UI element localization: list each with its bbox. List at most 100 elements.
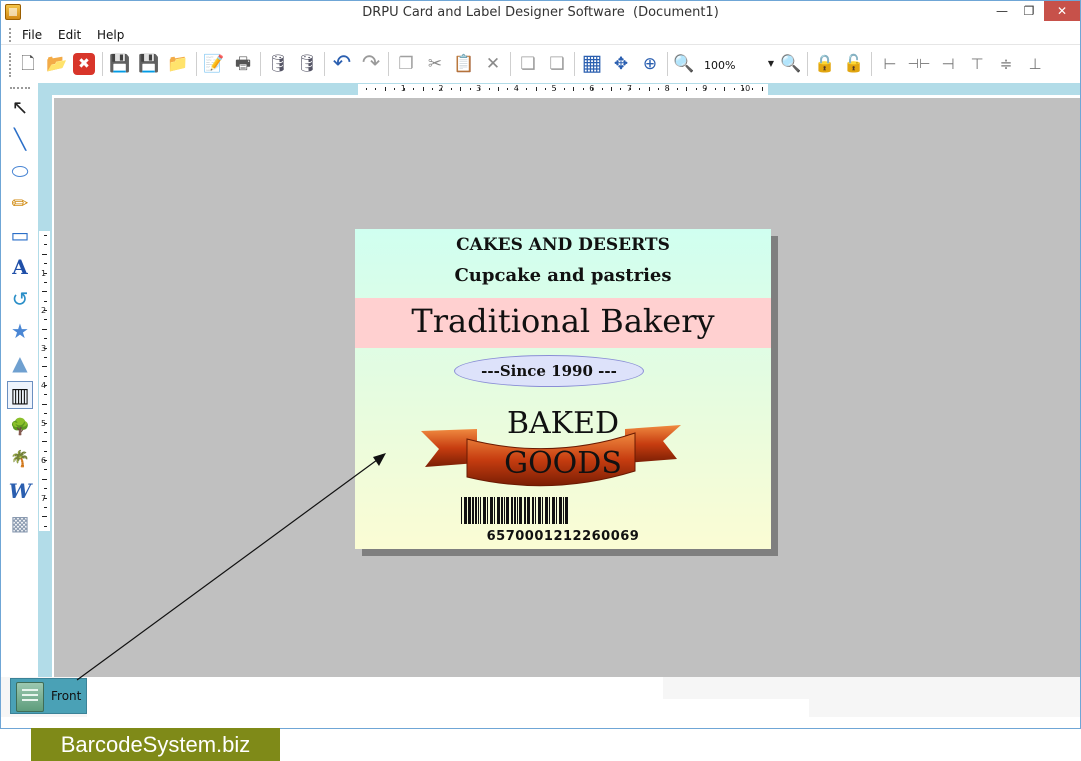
triangle-tool-icon[interactable]: ▲ (7, 349, 33, 377)
bring-forward-icon[interactable]: ❏ (515, 51, 541, 77)
ruler-number: 4 (513, 84, 519, 93)
send-backward-icon[interactable]: ❏ (544, 51, 570, 77)
palette-grip (10, 87, 30, 89)
ruler-tick (44, 319, 47, 321)
zoom-value: 100% (704, 58, 736, 72)
save-icon[interactable]: 💾 (107, 51, 133, 77)
fit-page-icon[interactable]: ✥ (608, 51, 634, 77)
label-card[interactable]: CAKES AND DESERTS Cupcake and pastries T… (355, 229, 771, 549)
ellipse-tool-icon[interactable]: ⬭ (7, 157, 33, 185)
star-tool-icon[interactable]: ★ (7, 317, 33, 345)
barcode-bar (464, 497, 467, 524)
ruler-tick (42, 478, 47, 480)
menu-file[interactable]: File (22, 28, 42, 42)
ruler-tick (44, 394, 47, 396)
baked-text[interactable]: BAKED (355, 406, 771, 441)
ruler-tick (469, 88, 471, 90)
ruler-tick (752, 88, 754, 90)
database-icon[interactable]: 🛢 (294, 51, 320, 77)
barcode-tool-icon[interactable]: ▥ (7, 381, 33, 409)
grid-icon[interactable]: ▦ (579, 51, 605, 77)
ruler-tick (658, 88, 660, 90)
export-icon[interactable]: 📁 (165, 51, 191, 77)
chevron-down-icon[interactable]: ▼ (768, 59, 774, 68)
undo-icon[interactable]: ↶ (329, 51, 355, 77)
label-heading-text[interactable]: CAKES AND DESERTS (355, 235, 771, 255)
close-button[interactable]: ✕ (1044, 1, 1080, 21)
toolbar-separator (102, 52, 103, 76)
redo-icon[interactable]: ↷ (358, 51, 384, 77)
align-left-icon[interactable]: ⊢ (877, 51, 903, 77)
text-tool-icon[interactable]: A (7, 253, 33, 281)
select-move-tool-icon[interactable]: ↖ (7, 93, 33, 121)
ruler-tick (573, 87, 575, 91)
paste-icon[interactable]: 📋 (451, 51, 477, 77)
barcode-bar (506, 497, 509, 524)
align-bottom-icon[interactable]: ⊥ (1022, 51, 1048, 77)
ruler-tick (488, 88, 490, 90)
ruler-tick (44, 525, 47, 527)
barcode-bar (490, 497, 493, 524)
properties-icon[interactable]: 📝 (201, 51, 227, 77)
label-headline-text[interactable]: Traditional Bakery (355, 302, 771, 340)
ruler-tick (639, 88, 641, 90)
save-as-icon[interactable]: 💾 (136, 51, 162, 77)
ruler-tick (44, 300, 47, 302)
zoom-out-icon[interactable]: 🔍 (778, 51, 804, 77)
pencil-tool-icon[interactable]: ✏ (7, 189, 33, 217)
maximize-button[interactable]: ❐ (1016, 1, 1042, 21)
rectangle-tool-icon[interactable]: ▭ (7, 221, 33, 249)
ruler-number: 10 (740, 84, 751, 93)
minimize-button[interactable]: — (989, 1, 1015, 21)
barcode-bar (538, 497, 541, 524)
unlock-icon[interactable]: 🔓 (841, 51, 867, 77)
tab-front[interactable]: Front (10, 678, 87, 714)
ruler-tick (42, 291, 47, 293)
ruler-tick (648, 87, 650, 91)
align-center-icon[interactable]: ⊣⊢ (906, 51, 932, 77)
ruler-tick (450, 88, 452, 90)
barcode-bar (511, 497, 513, 524)
goods-text[interactable]: GOODS (355, 446, 771, 481)
image-library-tool-icon[interactable]: 🌴 (7, 445, 33, 473)
menu-help[interactable]: Help (97, 28, 124, 42)
ruler-number: 2 (41, 306, 47, 315)
ruler-tick (431, 88, 433, 90)
page-tab-strip (1, 677, 1080, 717)
barcode-bar (517, 497, 518, 524)
align-right-icon[interactable]: ⊣ (935, 51, 961, 77)
barcode-bar (468, 497, 471, 524)
ruler-tick (42, 516, 47, 518)
align-middle-icon[interactable]: ≑ (993, 51, 1019, 77)
new-icon[interactable]: 🗋 (15, 51, 41, 77)
line-tool-icon[interactable]: ╲ (7, 125, 33, 153)
lock-icon[interactable]: 🔒 (812, 51, 838, 77)
label-subheading-text[interactable]: Cupcake and pastries (355, 265, 771, 286)
print-icon[interactable]: 🖶 (230, 51, 256, 77)
ruler-tick (601, 88, 603, 90)
barcode-image[interactable] (461, 497, 646, 524)
barcode-bar (527, 497, 530, 524)
ruler-tick (394, 88, 396, 90)
picture-tool-icon[interactable]: 🌳 (7, 413, 33, 441)
close-document-icon[interactable]: ✖ (73, 53, 95, 75)
barcode-number[interactable]: 6570001212260069 (355, 529, 771, 544)
curve-tool-icon[interactable]: ↺ (7, 285, 33, 313)
copy-icon[interactable]: ❐ (393, 51, 419, 77)
zoom-select[interactable]: 100% ▼ (701, 55, 776, 75)
barcode-bar (478, 497, 479, 524)
tab-front-label: Front (51, 689, 82, 703)
database-add-icon[interactable]: 🛢 (265, 51, 291, 77)
wordart-tool-icon[interactable]: W (7, 477, 33, 505)
zoom-fit-icon[interactable]: ⊕ (637, 51, 663, 77)
open-folder-icon[interactable]: 📂 (44, 51, 70, 77)
align-top-icon[interactable]: ⊤ (964, 51, 990, 77)
barcode-bar (542, 497, 543, 524)
ruler-tick (42, 403, 47, 405)
menu-edit[interactable]: Edit (58, 28, 81, 42)
delete-icon[interactable]: ✕ (480, 51, 506, 77)
since-ellipse[interactable]: ---Since 1990 --- (454, 355, 644, 387)
cut-icon[interactable]: ✂ (422, 51, 448, 77)
background-tool-icon[interactable]: ▩ (7, 509, 33, 537)
zoom-in-icon[interactable]: 🔍 (671, 51, 697, 77)
